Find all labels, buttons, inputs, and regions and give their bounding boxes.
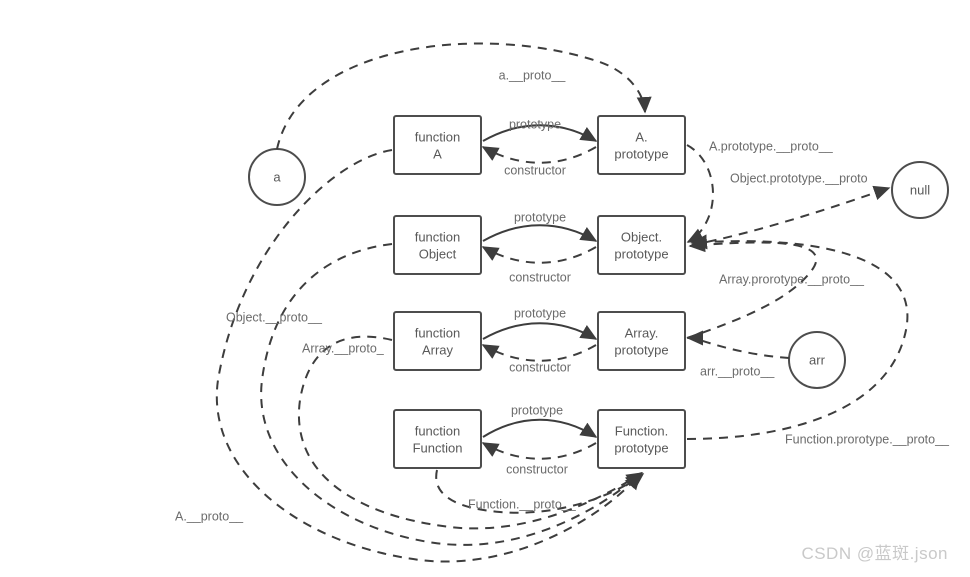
edge-prototype-a: prototype	[482, 117, 598, 142]
edge-label-array-prototype-proto: Array.prorotype.__proto__	[719, 272, 865, 286]
array-prototype-box	[597, 311, 686, 371]
object-prototype-box	[597, 215, 686, 275]
edge-array-prototype-proto: Array.prorotype.__proto__	[686, 237, 865, 339]
object-prototype-label-line1: Object.	[621, 229, 662, 244]
node-null[interactable]: null	[891, 161, 949, 219]
edge-label-object-prototype-proto: Object.prototype.__proto	[730, 171, 868, 185]
function-a-label-line2: A	[433, 146, 442, 161]
node-object-prototype[interactable]: Object. prototype	[597, 215, 686, 275]
edge-a-prototype-proto: A.prototype.__proto__	[686, 139, 834, 243]
function-prototype-box	[597, 409, 686, 469]
edge-constructor-function: constructor	[481, 442, 597, 476]
node-function-prototype[interactable]: Function. prototype	[597, 409, 686, 469]
a-prototype-box	[597, 115, 686, 175]
node-instance-a[interactable]: a	[248, 148, 306, 206]
a-prototype-label-line1: A.	[635, 129, 647, 144]
node-a-prototype[interactable]: A. prototype	[597, 115, 686, 175]
edge-label-constructor-array: constructor	[509, 360, 571, 374]
prototype-chain-diagram: a arr null function A function Object fu…	[0, 0, 970, 577]
array-prototype-label-line2: prototype	[614, 342, 668, 357]
null-label: null	[910, 182, 930, 197]
function-object-label-line2: Object	[419, 246, 457, 261]
function-prototype-label-line1: Function.	[615, 423, 668, 438]
edge-label-prototype-a: prototype	[509, 117, 561, 131]
function-a-box	[393, 115, 482, 175]
edge-prototype-function: prototype	[482, 403, 598, 438]
csdn-watermark: CSDN @蓝斑.json	[801, 544, 948, 563]
object-prototype-label-line2: prototype	[614, 246, 668, 261]
function-object-box	[393, 215, 482, 275]
node-instance-arr[interactable]: arr	[788, 331, 846, 389]
node-function-array[interactable]: function Array	[393, 311, 482, 371]
node-function-a[interactable]: function A	[393, 115, 482, 175]
edge-label-array-fn-proto: Array.__proto_	[302, 341, 385, 355]
edge-label-a-proto: a.__proto__	[499, 68, 567, 82]
instance-a-label: a	[273, 169, 281, 184]
edge-label-arr-proto: arr.__proto__	[700, 364, 775, 378]
edge-label-a-fn-proto: A.__proto__	[175, 509, 244, 523]
array-prototype-label-line1: Array.	[625, 325, 659, 340]
a-prototype-label-line2: prototype	[614, 146, 668, 161]
instance-arr-label: arr	[809, 352, 826, 367]
edge-label-object-fn-proto: Object.__proto__	[226, 310, 323, 324]
function-array-label-line1: function	[415, 325, 461, 340]
edge-object-prototype-proto: Object.prototype.__proto	[691, 171, 891, 246]
edge-object-fn-proto: Object.__proto__	[226, 243, 643, 546]
edge-label-constructor-object: constructor	[509, 270, 571, 284]
function-object-label-line1: function	[415, 229, 461, 244]
edge-label-function-prototype-proto: Function.prorotype.__proto__	[785, 432, 950, 446]
function-array-label-line2: Array	[422, 342, 454, 357]
edge-prototype-object: prototype	[482, 210, 598, 242]
edge-prototype-array: prototype	[482, 306, 598, 340]
edge-label-a-prototype-proto: A.prototype.__proto__	[709, 139, 834, 153]
diagram-canvas: a arr null function A function Object fu…	[175, 42, 950, 563]
function-prototype-label-line2: prototype	[614, 440, 668, 455]
function-a-label-line1: function	[415, 129, 461, 144]
node-function-object[interactable]: function Object	[393, 215, 482, 275]
edge-constructor-array: constructor	[481, 344, 597, 374]
edge-arr-proto: arr.__proto__	[686, 330, 790, 378]
function-function-label-line2: Function	[413, 440, 463, 455]
edge-label-prototype-function: prototype	[511, 403, 563, 417]
edge-constructor-object: constructor	[481, 246, 597, 284]
edge-label-prototype-object: prototype	[514, 210, 566, 224]
edge-label-prototype-array: prototype	[514, 306, 566, 320]
edge-constructor-a: constructor	[481, 146, 597, 177]
function-array-box	[393, 311, 482, 371]
edge-label-constructor-function: constructor	[506, 462, 568, 476]
function-function-label-line1: function	[415, 423, 461, 438]
node-array-prototype[interactable]: Array. prototype	[597, 311, 686, 371]
edge-label-constructor-a: constructor	[504, 163, 566, 177]
node-function-function[interactable]: function Function	[393, 409, 482, 469]
edge-label-function-fn-proto: Function.__proto__	[468, 497, 577, 511]
function-function-box	[393, 409, 482, 469]
